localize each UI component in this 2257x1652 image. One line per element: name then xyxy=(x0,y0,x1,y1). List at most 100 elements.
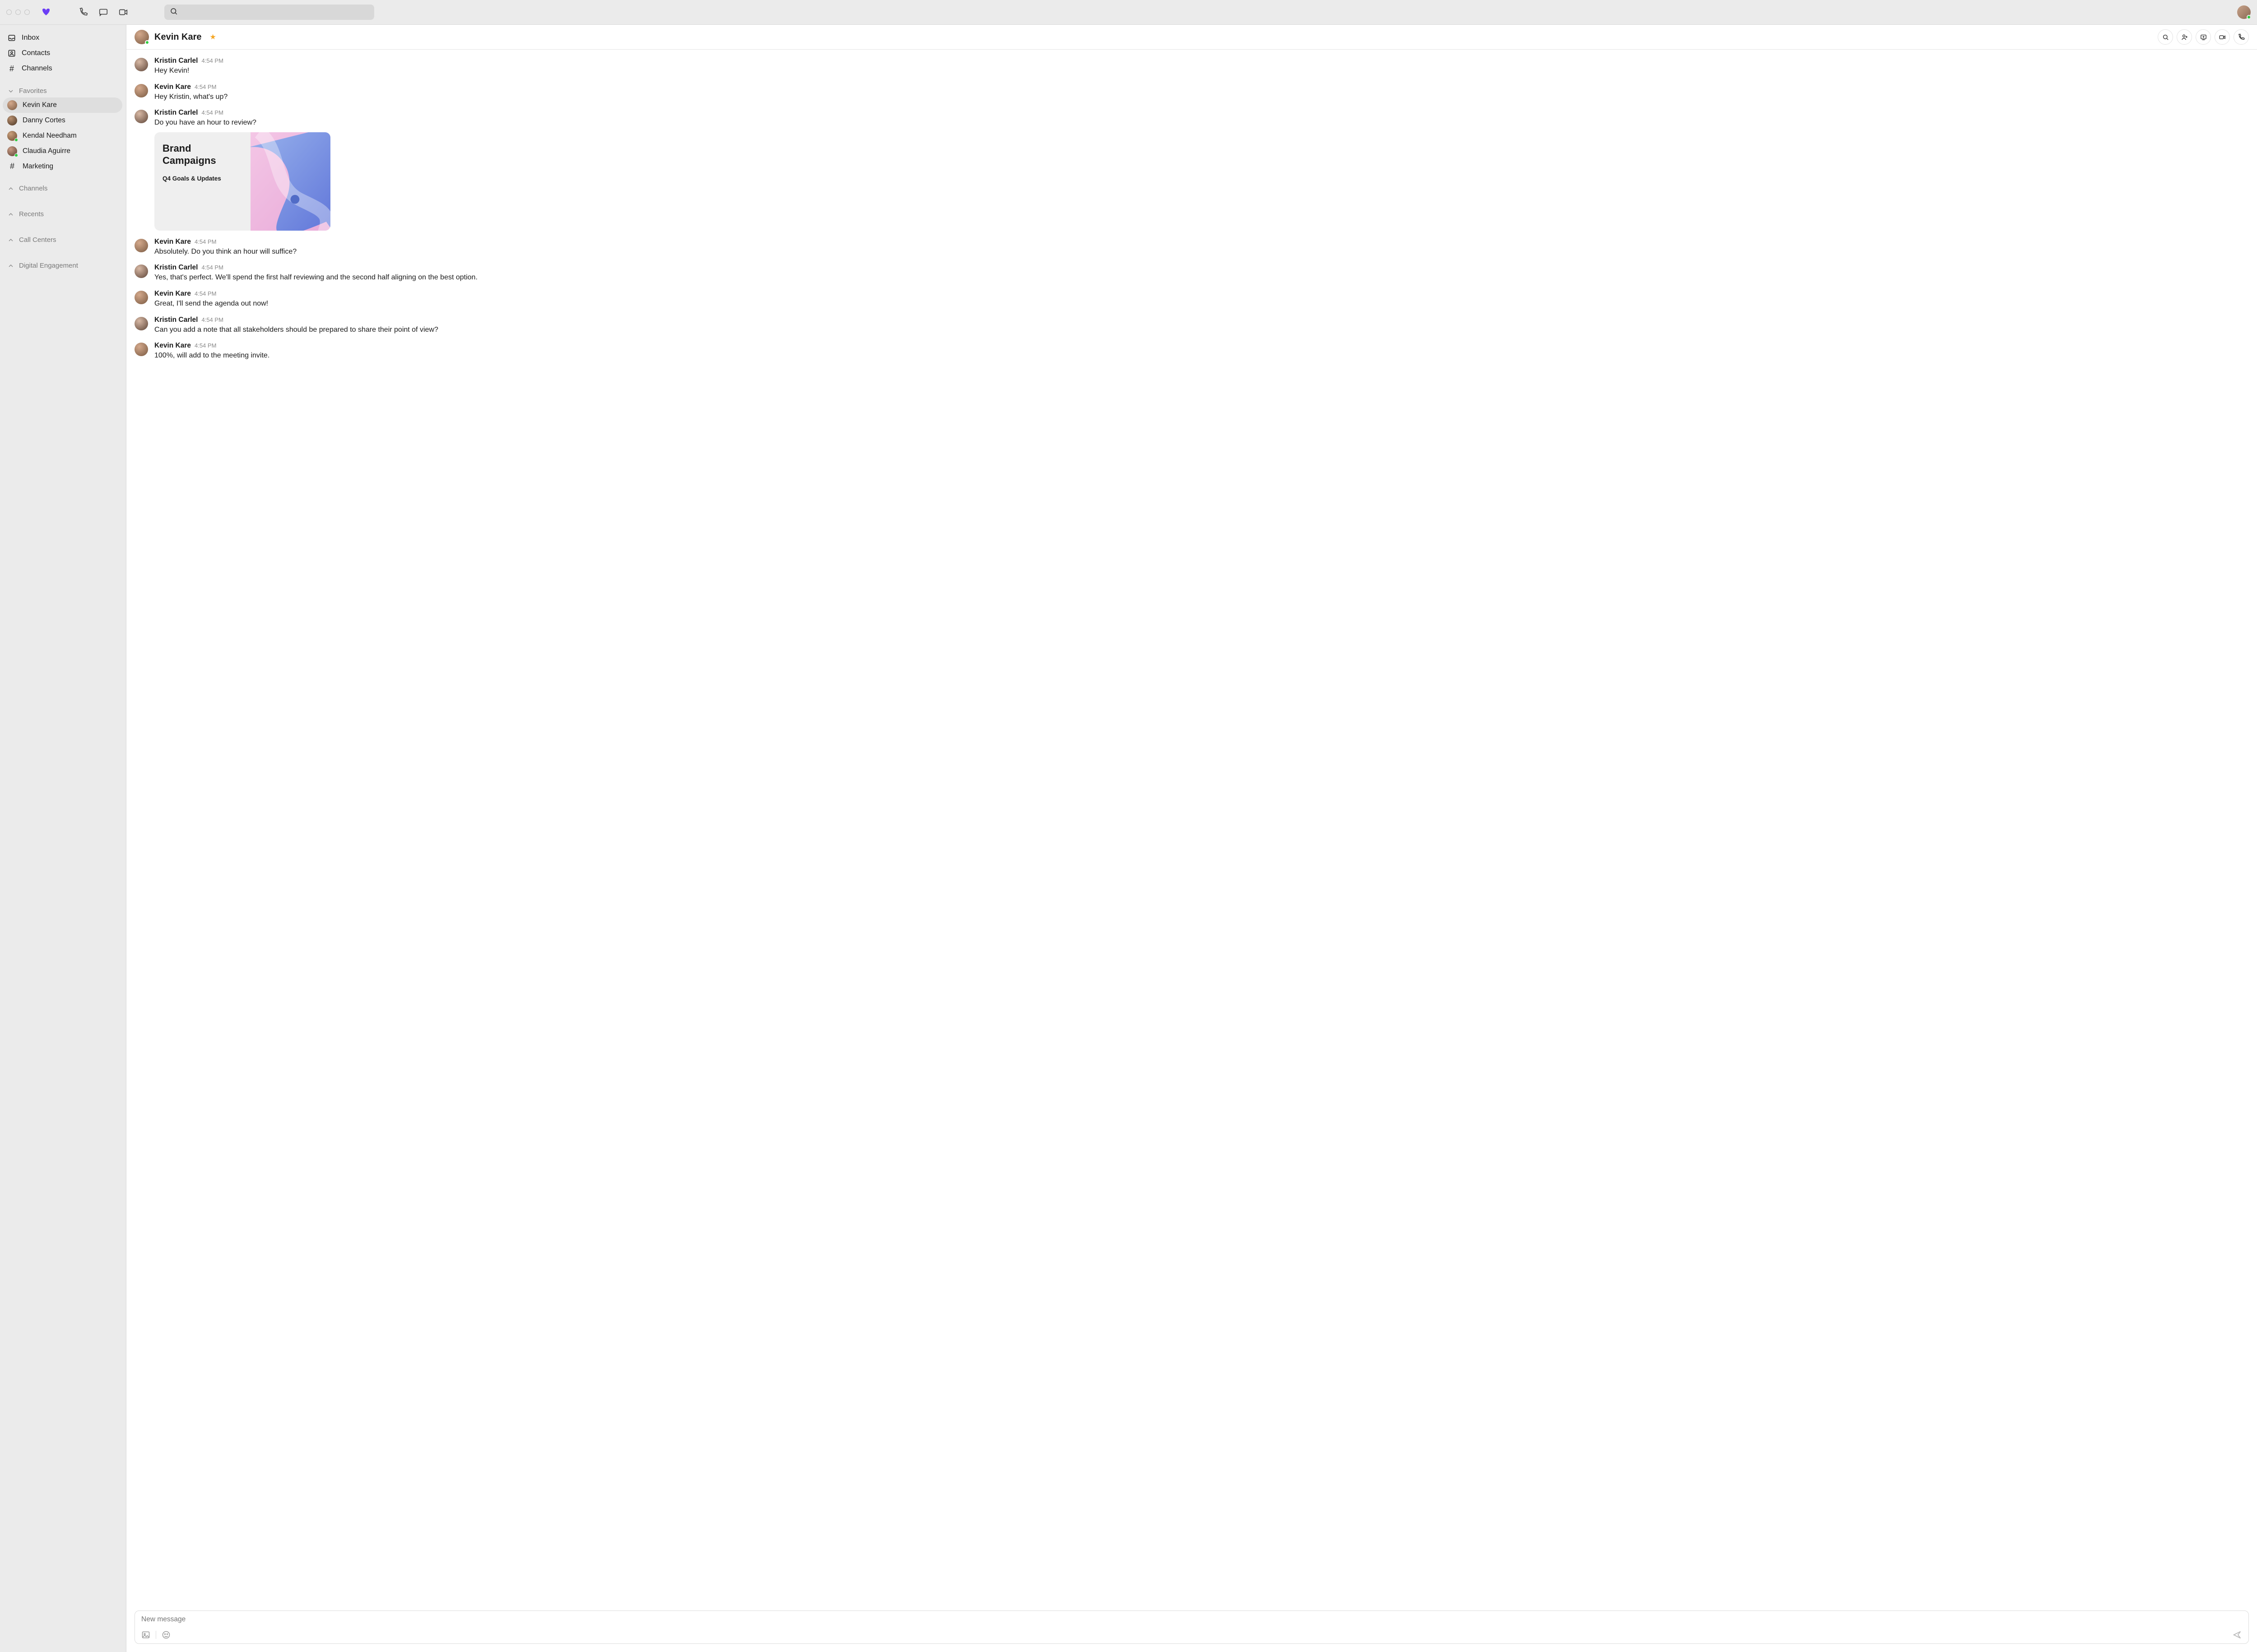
add-person-button[interactable] xyxy=(2177,29,2192,45)
conversation-actions xyxy=(2158,29,2249,45)
traffic-light-close[interactable] xyxy=(6,9,12,15)
nav-contacts[interactable]: Contacts xyxy=(3,46,122,61)
search-icon xyxy=(170,7,178,18)
attachment-card[interactable]: Brand CampaignsQ4 Goals & Updates xyxy=(154,132,330,231)
message-text: 100%, will add to the meeting invite. xyxy=(154,351,2249,361)
sidebar-item-danny-cortes[interactable]: Danny Cortes xyxy=(3,113,122,128)
message-time: 4:54 PM xyxy=(195,342,216,349)
message: Kristin Carlel4:54 PMYes, that's perfect… xyxy=(135,264,2249,283)
message-icon[interactable] xyxy=(98,7,108,17)
conversation-title: Kevin Kare xyxy=(154,32,202,42)
section-recents[interactable]: Recents xyxy=(3,206,122,221)
message: Kevin Kare4:54 PMAbsolutely. Do you thin… xyxy=(135,238,2249,257)
share-screen-button[interactable] xyxy=(2196,29,2211,45)
message-time: 4:54 PM xyxy=(201,57,223,64)
section-label: Call Centers xyxy=(19,236,56,244)
section-label: Channels xyxy=(19,185,47,192)
message-author: Kristin Carlel xyxy=(154,316,198,324)
titlebar-quick-actions xyxy=(79,7,128,17)
search-input[interactable] xyxy=(181,9,369,16)
attachment-thumbnail xyxy=(251,132,330,231)
message-text: Do you have an hour to review? xyxy=(154,118,2249,128)
conv-search-button[interactable] xyxy=(2158,29,2173,45)
nav-channels[interactable]: # Channels xyxy=(3,61,122,76)
message-avatar xyxy=(135,343,148,356)
chevron-up-icon xyxy=(7,211,14,218)
section-favorites[interactable]: Favorites xyxy=(3,83,122,97)
message-author: Kevin Kare xyxy=(154,83,191,91)
message-author: Kevin Kare xyxy=(154,238,191,246)
send-button[interactable] xyxy=(2232,1630,2242,1640)
message-time: 4:54 PM xyxy=(201,264,223,271)
traffic-light-zoom[interactable] xyxy=(24,9,30,15)
message-text: Hey Kevin! xyxy=(154,66,2249,76)
message-text: Absolutely. Do you think an hour will su… xyxy=(154,247,2249,257)
video-call-button[interactable] xyxy=(2215,29,2230,45)
titlebar xyxy=(0,0,2257,25)
nav-inbox[interactable]: Inbox xyxy=(3,30,122,46)
attach-image-icon[interactable] xyxy=(141,1630,150,1639)
window-controls xyxy=(6,9,30,15)
hash-icon: # xyxy=(7,64,16,73)
message-time: 4:54 PM xyxy=(195,84,216,90)
message: Kristin Carlel4:54 PM Can you add a note … xyxy=(135,316,2249,335)
message-text: Hey Kristin, what's up? xyxy=(154,92,2249,102)
avatar xyxy=(7,131,17,141)
message-avatar xyxy=(135,291,148,304)
emoji-icon[interactable] xyxy=(162,1630,171,1639)
global-search[interactable] xyxy=(164,5,374,20)
sidebar-item-claudia-aguirre[interactable]: Claudia Aguirre xyxy=(3,144,122,159)
message-author: Kristin Carlel xyxy=(154,57,198,65)
avatar xyxy=(7,116,17,125)
fav-label: Kendal Needham xyxy=(23,132,77,140)
message: Kevin Kare 4:54 PM Great, I'll send the ag… xyxy=(135,290,2249,309)
message: Kristin Carlel4:54 PM Do you have an hour… xyxy=(135,109,2249,231)
hash-icon: # xyxy=(7,162,17,171)
message: Kevin Kare 4:54 PM Hey Kristin, what's up? xyxy=(135,83,2249,102)
sidebar: Inbox Contacts # Channels Favorites Kevi… xyxy=(0,25,126,1652)
sidebar-item-marketing-channel[interactable]: # Marketing xyxy=(3,159,122,174)
nav-label: Contacts xyxy=(22,49,50,57)
inbox-icon xyxy=(7,33,16,42)
voice-call-button[interactable] xyxy=(2234,29,2249,45)
attachment-subtitle: Q4 Goals & Updates xyxy=(163,175,242,182)
presence-dot-icon xyxy=(14,153,18,157)
chevron-up-icon xyxy=(7,185,14,192)
video-icon[interactable] xyxy=(118,7,128,17)
message-time: 4:54 PM xyxy=(201,109,223,116)
message-avatar xyxy=(135,317,148,330)
section-label: Favorites xyxy=(19,87,47,95)
fav-label: Claudia Aguirre xyxy=(23,147,70,155)
nav-label: Inbox xyxy=(22,34,39,42)
message-composer[interactable] xyxy=(135,1610,2249,1644)
message-author: Kevin Kare xyxy=(154,290,191,298)
traffic-light-minimize[interactable] xyxy=(15,9,21,15)
main-area: Inbox Contacts # Channels Favorites Kevi… xyxy=(0,25,2257,1652)
message-author: Kristin Carlel xyxy=(154,109,198,117)
chevron-up-icon xyxy=(7,262,14,269)
section-digital-engagement[interactable]: Digital Engagement xyxy=(3,257,122,272)
conversation-pane: Kevin Kare ★ Kristin Carlel4:54 PMHey Ke… xyxy=(126,25,2257,1652)
composer-input[interactable] xyxy=(141,1615,2242,1624)
message-text: Great, I'll send the agenda out now! xyxy=(154,299,2249,309)
message-time: 4:54 PM xyxy=(201,316,223,323)
sidebar-item-kevin-kare[interactable]: Kevin Kare xyxy=(3,97,122,113)
phone-icon[interactable] xyxy=(79,7,88,17)
section-channels[interactable]: Channels xyxy=(3,180,122,195)
fav-label: Kevin Kare xyxy=(23,101,57,109)
message-time: 4:54 PM xyxy=(195,290,216,297)
message-author: Kevin Kare xyxy=(154,342,191,350)
current-user-avatar[interactable] xyxy=(2237,5,2251,19)
presence-dot-icon xyxy=(14,138,18,142)
conversation-avatar[interactable] xyxy=(135,30,149,44)
fav-label: Marketing xyxy=(23,162,53,171)
message-text: Can you add a note that all stakeholders… xyxy=(154,325,2249,335)
message-text: Yes, that's perfect. We'll spend the fir… xyxy=(154,273,2249,283)
star-icon[interactable]: ★ xyxy=(210,32,216,42)
avatar xyxy=(7,100,17,110)
section-call-centers[interactable]: Call Centers xyxy=(3,232,122,246)
message-avatar xyxy=(135,58,148,71)
message-avatar xyxy=(135,265,148,278)
section-label: Digital Engagement xyxy=(19,262,78,269)
sidebar-item-kendal-needham[interactable]: Kendal Needham xyxy=(3,128,122,144)
